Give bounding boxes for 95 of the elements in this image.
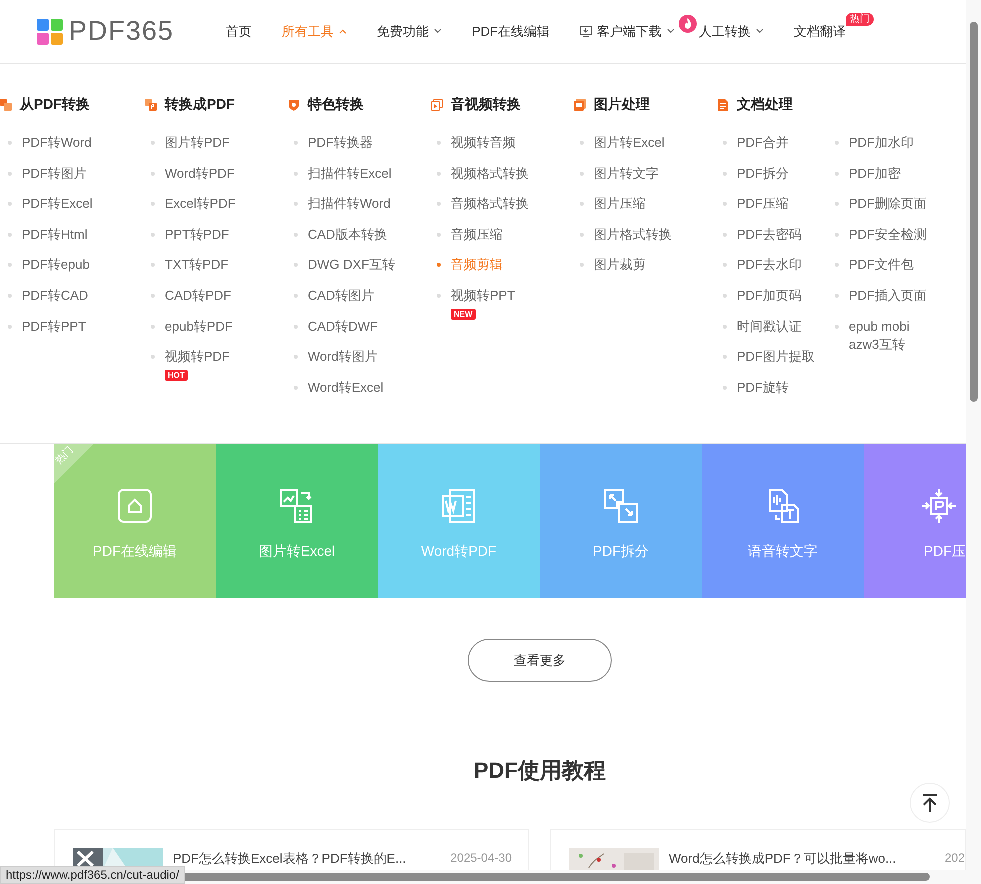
- category-title: 音视频转换: [451, 96, 521, 114]
- article-title: Word怎么转换成PDF？可以批量将wo...: [669, 850, 898, 868]
- category-title: 转换成PDF: [165, 96, 235, 114]
- tool-link[interactable]: 图片压缩: [594, 195, 646, 214]
- nav-link[interactable]: PDF在线编辑: [472, 22, 550, 40]
- category-title: 图片处理: [594, 96, 650, 114]
- tool-link[interactable]: PDF去密码: [737, 226, 802, 244]
- tool-link[interactable]: PDF去水印: [737, 256, 802, 274]
- logo-text: PDF365: [69, 16, 174, 47]
- tool-link[interactable]: PDF转Html: [22, 226, 88, 244]
- article-date: 202: [944, 851, 965, 865]
- tool-link[interactable]: 音频压缩: [451, 226, 503, 244]
- caret-icon: [667, 29, 676, 34]
- tag-badge: HOT: [165, 370, 188, 382]
- article-title: PDF怎么转换Excel表格？PDF转换的E...: [173, 850, 408, 868]
- tool-link[interactable]: PDF插入页面: [849, 286, 927, 305]
- tool-link[interactable]: PDF加页码: [737, 286, 802, 305]
- tool-link[interactable]: PDF压缩: [737, 195, 789, 214]
- tool-link[interactable]: CAD转PDF: [165, 286, 232, 305]
- nav-link[interactable]: 首页: [226, 22, 252, 40]
- flame-icon: [679, 14, 698, 32]
- tool-link[interactable]: PDF转PPT: [22, 318, 86, 336]
- tool-link[interactable]: Excel转PDF: [165, 195, 236, 214]
- tool-link[interactable]: Word转PDF: [165, 164, 235, 183]
- tool-link[interactable]: CAD版本转换: [308, 226, 388, 244]
- from-pdf-icon: [0, 99, 12, 111]
- tool-link[interactable]: PDF旋转: [737, 378, 789, 397]
- tool-link[interactable]: PDF加水印: [849, 134, 914, 152]
- tool-link[interactable]: PDF拆分: [737, 164, 789, 183]
- tool-link[interactable]: PDF图片提取: [737, 348, 815, 366]
- tool-link[interactable]: PDF安全检测: [849, 226, 927, 244]
- tool-link[interactable]: CAD转图片: [308, 286, 374, 305]
- tool-link[interactable]: PDF删除页面: [849, 195, 927, 214]
- media-icon: [431, 99, 443, 111]
- category-title: 文档处理: [737, 96, 793, 114]
- article-date: 2025-04-30: [450, 851, 512, 865]
- tool-link[interactable]: CAD转DWF: [308, 318, 378, 336]
- tool-tile[interactable]: PDF压: [864, 444, 966, 598]
- tool-link[interactable]: PDF转CAD: [22, 286, 88, 305]
- category-title: 从PDF转换: [20, 96, 90, 114]
- tool-link[interactable]: PDF合并: [737, 134, 789, 152]
- tool-link[interactable]: PDF转图片: [22, 164, 87, 183]
- tool-link[interactable]: PPT转PDF: [165, 226, 230, 244]
- back-to-top-button[interactable]: [910, 783, 950, 823]
- tool-link[interactable]: PDF转换器: [308, 134, 373, 152]
- tool-link[interactable]: epub转PDF: [165, 318, 233, 336]
- vertical-scrollbar[interactable]: [966, 0, 981, 884]
- nav-link[interactable]: 客户端下载: [580, 22, 676, 40]
- caret-icon: [339, 29, 348, 34]
- tool-link[interactable]: 视频转PDF: [165, 348, 230, 366]
- download-icon: [580, 26, 592, 38]
- compress-icon: [920, 487, 958, 525]
- image-icon: [574, 99, 586, 111]
- tool-link[interactable]: Word转图片: [308, 348, 378, 366]
- tool-link[interactable]: 图片格式转换: [594, 226, 672, 244]
- tool-link[interactable]: PDF加密: [849, 164, 901, 183]
- tool-link[interactable]: PDF文件包: [849, 256, 914, 274]
- status-tooltip: https://www.pdf365.cn/cut-audio/: [0, 866, 186, 884]
- tool-link[interactable]: TXT转PDF: [165, 256, 229, 274]
- tool-link[interactable]: 时间戳认证: [737, 318, 802, 336]
- hot-ribbon-label: 热门: [54, 444, 76, 468]
- document-icon: [717, 99, 729, 111]
- tool-link[interactable]: DWG DXF互转: [308, 256, 396, 274]
- tool-link[interactable]: 音频格式转换: [451, 195, 529, 214]
- tool-link[interactable]: PDF转epub: [22, 256, 90, 274]
- arrow-up-icon: [922, 794, 938, 812]
- tool-link[interactable]: 扫描件转Word: [308, 195, 391, 214]
- tool-link[interactable]: 视频格式转换: [451, 164, 529, 183]
- section-heading: PDF使用教程: [473, 757, 607, 785]
- nav-link[interactable]: 文档翻译: [794, 22, 846, 40]
- hot-badge: 热门: [846, 12, 874, 26]
- word-document-icon: [440, 487, 478, 525]
- tool-link[interactable]: epub mobi azw3互转: [849, 318, 937, 354]
- tool-link[interactable]: 图片转文字: [594, 164, 659, 183]
- edit-icon: [116, 487, 154, 525]
- to-pdf-icon: [145, 99, 157, 111]
- shield-icon: [288, 99, 300, 111]
- category-title: 特色转换: [308, 96, 364, 114]
- tag-badge: NEW: [451, 308, 476, 320]
- tool-link[interactable]: PDF转Word: [22, 134, 92, 152]
- split-icon: [602, 487, 640, 525]
- tool-link[interactable]: Word转Excel: [308, 378, 384, 397]
- tool-link[interactable]: 图片转PDF: [165, 134, 230, 152]
- logo-icon: [37, 18, 63, 44]
- nav-link[interactable]: 免费功能: [377, 22, 442, 40]
- tool-link[interactable]: PDF转Excel: [22, 195, 93, 214]
- tool-link[interactable]: 图片裁剪: [594, 256, 646, 274]
- tool-link[interactable]: 图片转Excel: [594, 134, 665, 152]
- caret-icon: [756, 29, 764, 34]
- tool-link[interactable]: 视频转音频: [451, 134, 516, 152]
- caret-icon: [434, 29, 442, 34]
- tool-link[interactable]: 视频转PPT: [451, 286, 516, 305]
- view-more-button[interactable]: 查看更多: [468, 639, 612, 682]
- tool-link[interactable]: 扫描件转Excel: [308, 164, 392, 183]
- nav-link[interactable]: 人工转换: [699, 22, 764, 40]
